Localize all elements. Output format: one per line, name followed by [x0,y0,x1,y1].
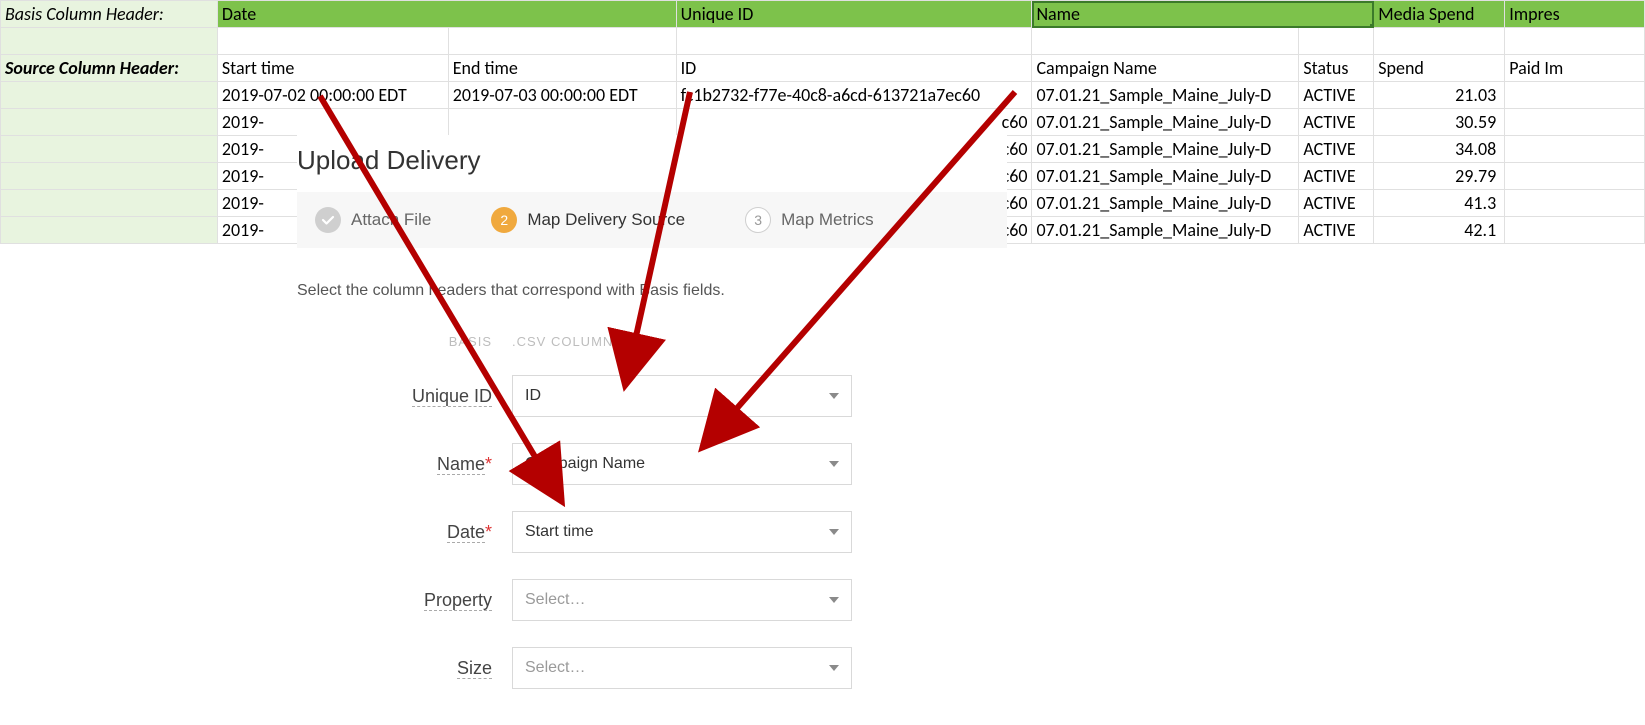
table-row: 2019-07-02 00:00:00 EDT 2019-07-03 00:00… [1,82,1645,109]
cell-status[interactable]: ACTIVE [1299,82,1374,109]
cell-spend[interactable]: 29.79 [1374,163,1505,190]
form-column-headers: BASIS .CSV COLUMNS [297,334,1007,349]
select-value: ID [525,387,541,405]
cell-campaign[interactable]: 07.01.21_Sample_Maine_July-D [1032,163,1299,190]
chevron-down-icon [829,529,839,535]
check-icon [315,207,341,233]
cell-status[interactable]: ACTIVE [1299,136,1374,163]
select-value: Select… [525,591,585,609]
chevron-down-icon [829,597,839,603]
basis-col-date[interactable]: Date [217,1,676,28]
select-uniqueid[interactable]: ID [512,375,852,417]
select-value: Start time [525,523,593,541]
dialog-title: Upload Delivery [297,145,1007,176]
cell-start[interactable]: 2019-07-02 00:00:00 EDT [217,82,448,109]
cell-status[interactable]: ACTIVE [1299,217,1374,244]
spacer-row [1,28,1645,55]
basis-col-name[interactable]: Name [1032,1,1374,28]
step-map-delivery-source[interactable]: 2 Map Delivery Source [491,207,685,233]
map-row-name: Name* Campaign Name [297,443,1007,485]
map-row-date: Date* Start time [297,511,1007,553]
form-label: Property [297,590,512,611]
cell-status[interactable]: ACTIVE [1299,109,1374,136]
map-row-uniqueid: Unique ID ID [297,375,1007,417]
step-attach-file[interactable]: Attach File [315,207,431,233]
cell-imp[interactable] [1505,190,1645,217]
step-number-icon: 2 [491,207,517,233]
cell-campaign[interactable]: 07.01.21_Sample_Maine_July-D [1032,136,1299,163]
map-row-size: Size Select… [297,647,1007,689]
cell-imp[interactable] [1505,136,1645,163]
step-number-icon: 3 [745,207,771,233]
src-col-status[interactable]: Status [1299,55,1374,82]
cell-imp[interactable] [1505,109,1645,136]
basis-header-row: Basis Column Header: Date Unique ID Name… [1,1,1645,28]
cell-status[interactable]: ACTIVE [1299,190,1374,217]
table-row: 2019- c60 07.01.21_Sample_Maine_July-D A… [1,109,1645,136]
wizard-steps: Attach File 2 Map Delivery Source 3 Map … [297,192,1007,248]
cell-start[interactable]: 2019- [217,109,448,136]
basis-col-impressions[interactable]: Impres [1505,1,1645,28]
cell-spend[interactable]: 30.59 [1374,109,1505,136]
upload-delivery-dialog: Upload Delivery Attach File 2 Map Delive… [297,135,1007,689]
basis-col-uniqueid[interactable]: Unique ID [676,1,1032,28]
select-size[interactable]: Select… [512,647,852,689]
cell-imp[interactable] [1505,82,1645,109]
select-property[interactable]: Select… [512,579,852,621]
source-header-row: Source Column Header: Start time End tim… [1,55,1645,82]
chevron-down-icon [829,665,839,671]
step-map-metrics[interactable]: 3 Map Metrics [745,207,874,233]
form-label: Size [297,658,512,679]
step-label: Attach File [351,210,431,230]
cell-spend[interactable]: 34.08 [1374,136,1505,163]
cell-spend[interactable]: 21.03 [1374,82,1505,109]
cell-campaign[interactable]: 07.01.21_Sample_Maine_July-D [1032,109,1299,136]
src-col-start[interactable]: Start time [217,55,448,82]
cell-end[interactable] [448,109,676,136]
src-col-id[interactable]: ID [676,55,1032,82]
map-row-property: Property Select… [297,579,1007,621]
form-label: Name* [297,454,512,475]
form-label: Unique ID [297,386,512,407]
cell-end[interactable]: 2019-07-03 00:00:00 EDT [448,82,676,109]
select-value: Select… [525,659,585,677]
select-value: Campaign Name [525,455,645,473]
chevron-down-icon [829,393,839,399]
cell-id[interactable]: c60 [676,109,1032,136]
src-col-campaignname[interactable]: Campaign Name [1032,55,1299,82]
cell-id[interactable]: fc1b2732-f77e-40c8-a6cd-613721a7ec60 [676,82,1032,109]
cell-imp[interactable] [1505,163,1645,190]
cell-status[interactable]: ACTIVE [1299,163,1374,190]
cell-campaign[interactable]: 07.01.21_Sample_Maine_July-D [1032,217,1299,244]
step-label: Map Metrics [781,210,874,230]
cell-spend[interactable]: 42.1 [1374,217,1505,244]
src-col-paidimp[interactable]: Paid Im [1505,55,1645,82]
cell-imp[interactable] [1505,217,1645,244]
form-head-basis: BASIS [297,334,512,349]
cell-campaign[interactable]: 07.01.21_Sample_Maine_July-D [1032,82,1299,109]
select-date[interactable]: Start time [512,511,852,553]
basis-header-label: Basis Column Header: [1,1,218,28]
step-label: Map Delivery Source [527,210,685,230]
dialog-instruction: Select the column headers that correspon… [297,282,1007,300]
src-col-spend[interactable]: Spend [1374,55,1505,82]
cell-campaign[interactable]: 07.01.21_Sample_Maine_July-D [1032,190,1299,217]
chevron-down-icon [829,461,839,467]
cell-spend[interactable]: 41.3 [1374,190,1505,217]
form-head-csv: .CSV COLUMNS [512,334,852,349]
src-col-end[interactable]: End time [448,55,676,82]
form-label: Date* [297,522,512,543]
select-name[interactable]: Campaign Name [512,443,852,485]
source-header-label: Source Column Header: [1,55,218,82]
basis-col-mediaspend[interactable]: Media Spend [1374,1,1505,28]
